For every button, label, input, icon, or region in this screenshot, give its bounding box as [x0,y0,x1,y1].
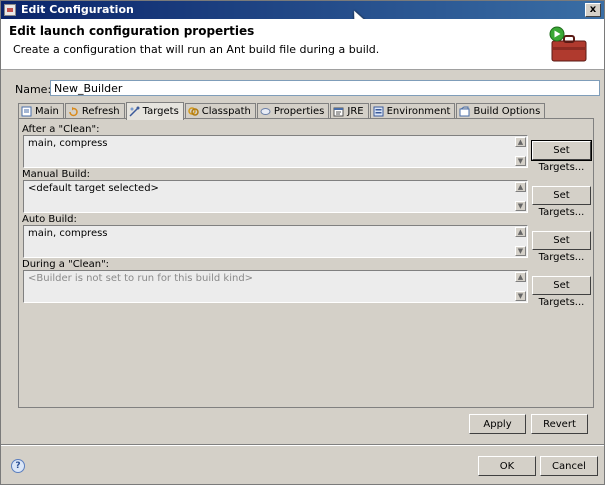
scrollbar[interactable]: ▲ ▼ [515,182,526,211]
during-clean-label: During a "Clean": [22,259,110,270]
scroll-down-icon[interactable]: ▼ [515,201,526,211]
close-button[interactable]: x [585,3,601,17]
after-clean-value: main, compress [28,138,108,149]
configuration-content: Name: Main Refresh Targets Classpath Pro… [9,75,600,442]
title-bar[interactable]: Edit Configuration x [1,1,604,19]
refresh-icon [69,107,78,117]
scroll-up-icon[interactable]: ▲ [515,137,526,147]
apply-button[interactable]: Apply [469,414,526,434]
scrollbar[interactable]: ▲ ▼ [515,137,526,166]
tab-label: Targets [142,106,179,117]
scroll-down-icon[interactable]: ▼ [515,156,526,166]
scrollbar[interactable]: ▲ ▼ [515,272,526,301]
tab-environment[interactable]: Environment [369,103,456,119]
scroll-up-icon[interactable]: ▲ [515,272,526,282]
name-input[interactable] [50,80,600,96]
ant-toolbox-icon [549,26,587,62]
environment-icon [373,106,384,117]
after-clean-set-targets-button[interactable]: Set Targets... [531,140,592,173]
revert-button[interactable]: Revert [531,414,588,434]
name-label: Name: [15,83,52,96]
targets-panel: After a "Clean": main, compress ▲ ▼ Set … [18,118,594,408]
manual-build-set-targets-button[interactable]: Set Targets... [532,186,591,218]
tab-properties[interactable]: Properties [256,103,330,119]
tab-main[interactable]: Main [18,103,64,119]
ok-button[interactable]: OK [478,456,536,476]
scroll-down-icon[interactable]: ▼ [515,246,526,256]
tab-label: Classpath [201,106,251,117]
tab-refresh[interactable]: Refresh [64,103,125,119]
tab-label: Refresh [81,106,120,117]
tab-label: JRE [347,106,364,117]
tab-jre[interactable]: JRE [330,103,369,119]
during-clean-value: <Builder is not set to run for this buil… [28,273,254,284]
classpath-icon [188,107,199,116]
window-icon [4,4,16,16]
scrollbar[interactable]: ▲ ▼ [515,227,526,256]
tab-label: Build Options [473,106,541,117]
edit-configuration-dialog: Edit Configuration x Edit launch configu… [0,0,605,485]
scroll-down-icon[interactable]: ▼ [515,291,526,301]
tab-label: Main [35,106,59,117]
auto-build-targets-field[interactable]: main, compress ▲ ▼ [23,225,528,258]
scroll-up-icon[interactable]: ▲ [515,182,526,192]
manual-build-targets-field[interactable]: <default target selected> ▲ ▼ [23,180,528,213]
manual-build-value: <default target selected> [28,183,159,194]
tab-bar: Main Refresh Targets Classpath Propertie… [18,102,546,120]
window-title: Edit Configuration [21,3,134,16]
tab-build-options[interactable]: Build Options [456,103,546,119]
after-clean-targets-field[interactable]: main, compress ▲ ▼ [23,135,528,168]
tab-label: Environment [386,106,451,117]
auto-build-label: Auto Build: [22,214,77,225]
header-message: Create a configuration that will run an … [13,43,380,56]
tab-classpath[interactable]: Classpath [184,103,256,119]
tab-label: Properties [273,106,325,117]
build-options-icon [459,106,470,117]
jre-icon [333,107,344,117]
help-icon[interactable]: ? [11,459,25,473]
during-clean-set-targets-button[interactable]: Set Targets... [532,276,591,308]
auto-build-value: main, compress [28,228,108,239]
during-clean-targets-field[interactable]: <Builder is not set to run for this buil… [23,270,528,303]
manual-build-label: Manual Build: [22,169,90,180]
after-clean-label: After a "Clean": [22,124,100,135]
dialog-header: Edit launch configuration properties Cre… [1,19,604,70]
tab-targets[interactable]: Targets [125,102,184,120]
scroll-up-icon[interactable]: ▲ [515,227,526,237]
auto-build-set-targets-button[interactable]: Set Targets... [532,231,591,263]
header-title: Edit launch configuration properties [9,24,255,38]
footer-separator [1,444,604,446]
main-icon [21,106,32,117]
cancel-button[interactable]: Cancel [540,456,598,476]
properties-icon [260,108,271,115]
targets-icon [129,106,140,117]
